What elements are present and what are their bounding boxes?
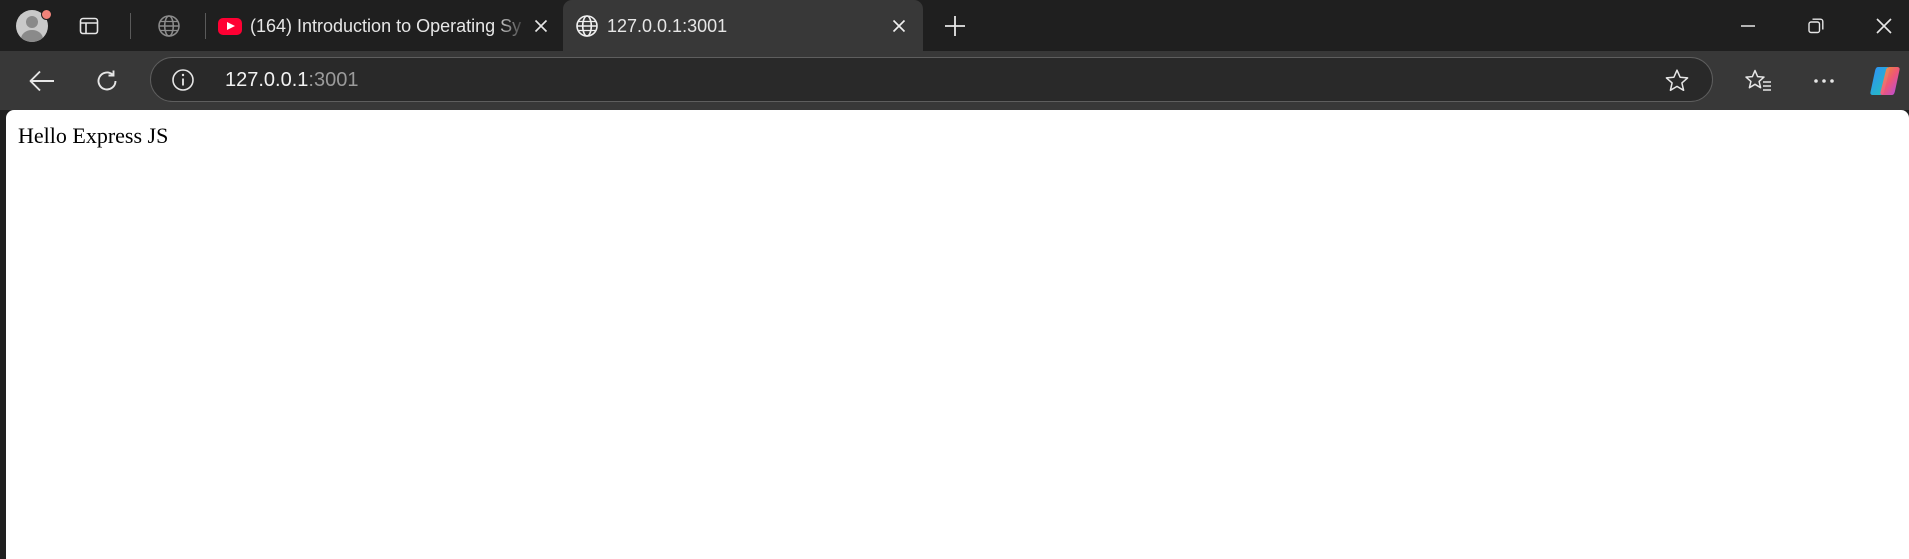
site-info-button[interactable]: [169, 66, 197, 94]
copilot-icon: [1867, 63, 1903, 99]
navigation-toolbar: 127.0.0.1:3001: [0, 51, 1909, 110]
new-tab-button[interactable]: [935, 6, 975, 46]
url-port: :3001: [308, 69, 359, 91]
copilot-button[interactable]: [1867, 63, 1903, 99]
back-arrow-icon: [29, 70, 55, 92]
star-icon: [1664, 68, 1690, 94]
tab-youtube[interactable]: (164) Introduction to Operating Sy: [206, 0, 561, 51]
workspaces-button[interactable]: [149, 6, 189, 46]
back-button[interactable]: [21, 60, 63, 102]
tab-separator: [130, 13, 131, 39]
close-tab-button[interactable]: [528, 13, 554, 39]
close-icon: [892, 19, 906, 33]
close-tab-button[interactable]: [886, 13, 912, 39]
youtube-icon: [218, 14, 242, 38]
refresh-icon: [95, 69, 119, 93]
tab-actions-icon: [79, 16, 99, 36]
globe-icon: [575, 14, 599, 38]
tab-strip: (164) Introduction to Operating Sy 127.0…: [0, 0, 1909, 51]
close-window-button[interactable]: [1856, 0, 1909, 51]
tab-title: 127.0.0.1:3001: [607, 16, 728, 36]
minimize-button[interactable]: [1720, 0, 1776, 51]
address-bar[interactable]: 127.0.0.1:3001: [150, 57, 1713, 102]
globe-icon: [157, 14, 181, 38]
more-icon: [1813, 78, 1835, 84]
close-icon: [1876, 17, 1892, 34]
tab-title: (164) Introduction to Operating Sy: [250, 16, 522, 36]
tab-actions-button[interactable]: [69, 6, 109, 46]
favorites-button[interactable]: [1737, 60, 1779, 102]
url-text[interactable]: 127.0.0.1:3001: [225, 68, 358, 92]
page-body-text: Hello Express JS: [18, 123, 169, 148]
page-viewport: Hello Express JS: [6, 110, 1909, 559]
info-icon: [171, 68, 195, 92]
tab-localhost[interactable]: 127.0.0.1:3001: [563, 0, 923, 51]
restore-button[interactable]: [1788, 0, 1844, 51]
refresh-button[interactable]: [86, 60, 128, 102]
url-host: 127.0.0.1: [225, 69, 309, 91]
settings-more-button[interactable]: [1803, 60, 1845, 102]
plus-icon: [944, 15, 966, 37]
favorites-icon: [1744, 68, 1772, 94]
restore-icon: [1808, 18, 1824, 34]
notification-dot: [41, 9, 52, 20]
add-favorite-button[interactable]: [1662, 66, 1692, 96]
close-icon: [534, 19, 548, 33]
minimize-icon: [1741, 19, 1755, 33]
